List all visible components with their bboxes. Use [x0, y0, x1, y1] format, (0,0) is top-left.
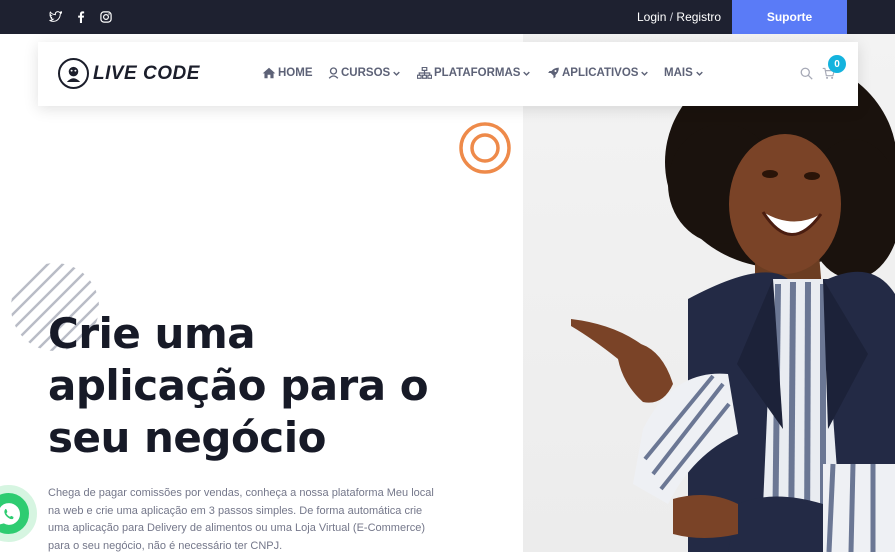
main-navbar: LIVE CODE HOME CURSOS PLATAFORMAS APLICA…	[38, 42, 858, 106]
logo-icon	[58, 58, 89, 89]
twitter-icon[interactable]	[47, 9, 63, 25]
chevron-down-icon	[523, 71, 531, 76]
chevron-down-icon	[393, 71, 400, 76]
register-link[interactable]: Registro	[676, 10, 721, 24]
hero-title: Crie uma aplicação para o seu negócio	[48, 309, 429, 462]
instagram-icon[interactable]	[98, 9, 114, 25]
facebook-icon[interactable]	[73, 9, 89, 25]
nav-item-home-label: HOME	[278, 67, 313, 79]
nav-item-plataformas-label: PLATAFORMAS	[434, 67, 521, 79]
logo-text: LIVE CODE	[93, 62, 200, 84]
hero-description: Chega de pagar comissões por vendas, con…	[48, 487, 434, 552]
top-bar: Login / Registro Suporte	[0, 0, 895, 34]
home-icon	[262, 67, 276, 79]
search-icon[interactable]	[800, 67, 813, 85]
nav-item-mais-label: MAIS	[664, 67, 693, 79]
chevron-down-icon	[641, 71, 649, 76]
hero-photo	[523, 34, 895, 552]
nav-item-cursos[interactable]: CURSOS	[328, 67, 402, 79]
ring-decoration	[459, 122, 511, 174]
cart-count-badge: 0	[828, 55, 846, 73]
rocket-icon	[548, 67, 559, 79]
whatsapp-button[interactable]	[0, 485, 37, 542]
sitemap-icon	[417, 67, 432, 79]
nav-item-mais[interactable]: MAIS	[664, 67, 705, 79]
nav-item-cursos-label: CURSOS	[341, 67, 391, 79]
site-logo[interactable]: LIVE CODE	[58, 58, 200, 89]
chevron-down-icon	[695, 71, 703, 76]
nav-item-aplicativos-label: APLICATIVOS	[562, 67, 639, 79]
nav-item-home[interactable]: HOME	[262, 67, 313, 79]
support-button[interactable]: Suporte	[732, 0, 847, 34]
login-link[interactable]: Login	[637, 10, 666, 24]
login-register-links: Login / Registro	[637, 10, 721, 24]
user-icon	[328, 67, 339, 79]
login-separator: /	[669, 10, 674, 24]
nav-item-aplicativos[interactable]: APLICATIVOS	[547, 67, 650, 79]
whatsapp-icon	[0, 502, 20, 525]
nav-item-plataformas[interactable]: PLATAFORMAS	[417, 67, 532, 79]
